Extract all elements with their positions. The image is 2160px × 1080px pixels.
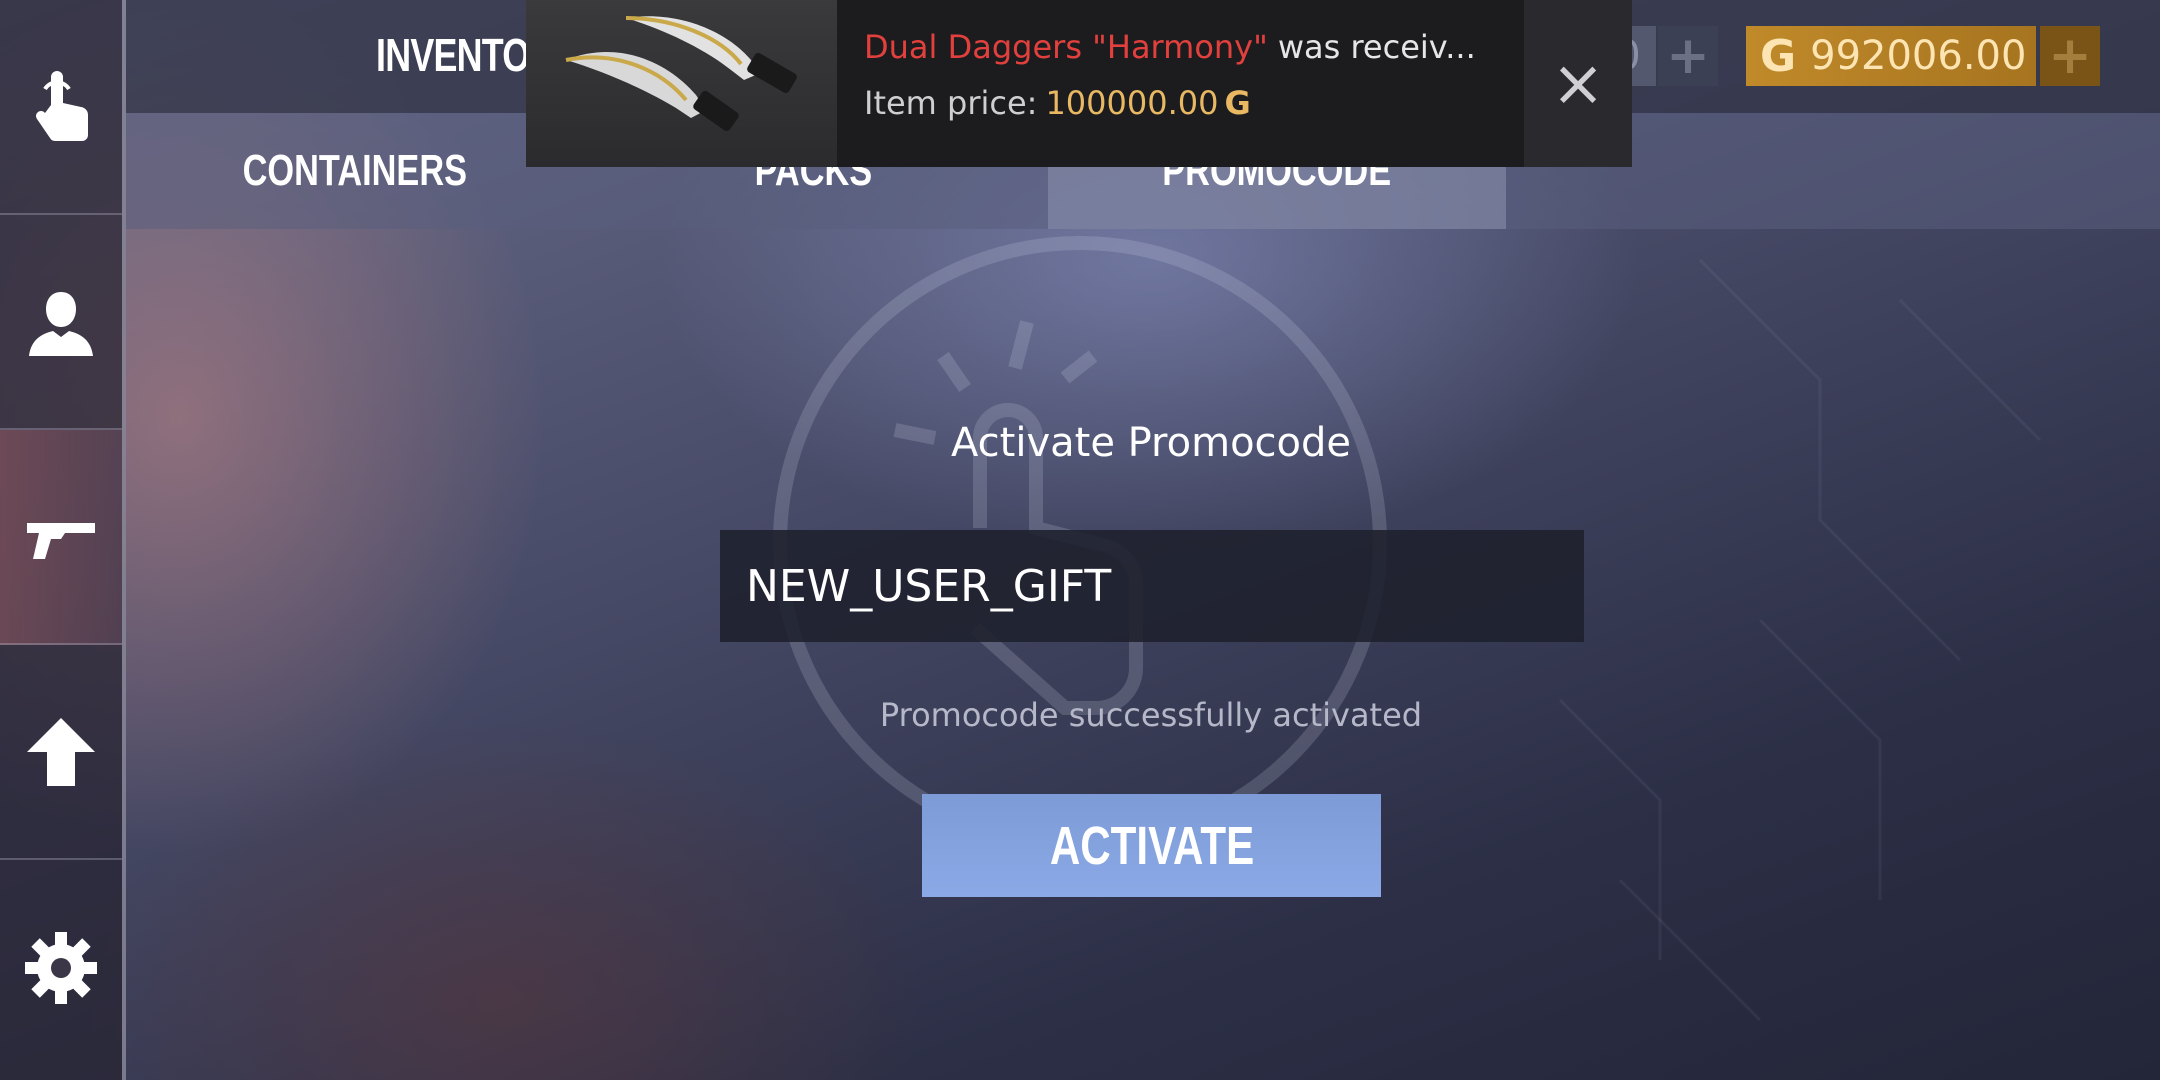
sidebar-item-profile[interactable] <box>0 215 122 430</box>
upgrade-arrow-icon <box>27 717 95 786</box>
promo-title: Activate Promocode <box>951 420 1351 466</box>
sidebar-item-weapons[interactable] <box>0 430 122 645</box>
item-price-row: Item price: 100000.00 G <box>864 84 1251 122</box>
close-icon: × <box>1551 46 1605 121</box>
item-price-label: Item price: <box>864 84 1038 122</box>
add-silver-button[interactable]: + <box>1658 26 1718 86</box>
promocode-input[interactable] <box>720 530 1584 642</box>
sidebar <box>0 0 126 1080</box>
add-gold-button[interactable]: + <box>2040 26 2100 86</box>
sidebar-item-settings[interactable] <box>0 860 122 1075</box>
gold-coin-icon: G <box>1760 30 1797 82</box>
sidebar-item-play[interactable] <box>0 0 122 215</box>
gear-icon <box>25 931 97 1004</box>
activate-button-label: ACTIVATE <box>1049 815 1254 876</box>
hand-pointer-icon <box>36 70 89 141</box>
notification-message-rest: was receiv... <box>1277 28 1476 66</box>
inventory-screen: INVENTORY 0 + G 992006.00 + CONTAINERS P… <box>0 0 2160 1080</box>
gold-balance: G 992006.00 <box>1746 26 2036 86</box>
gold-coin-icon: G <box>1224 84 1251 122</box>
daggers-icon <box>565 16 797 132</box>
item-received-notification: Dual Daggers "Harmony" was receiv... Item… <box>526 0 1632 167</box>
item-thumbnail <box>526 0 837 167</box>
gold-amount: 992006.00 <box>1810 33 2027 79</box>
received-item-name: Dual Daggers "Harmony" <box>864 28 1268 66</box>
tab-containers-label: CONTAINERS <box>242 146 468 195</box>
item-price-value: 100000.00 <box>1045 84 1219 122</box>
activate-button[interactable]: ACTIVATE <box>922 794 1381 897</box>
pistol-icon <box>27 522 95 559</box>
promo-status-message: Promocode successfully activated <box>879 696 1423 734</box>
profile-icon <box>29 291 93 356</box>
sidebar-item-upgrade[interactable] <box>0 645 122 860</box>
notification-message: Dual Daggers "Harmony" was receiv... <box>864 28 1476 66</box>
tab-containers[interactable]: CONTAINERS <box>126 113 584 229</box>
close-notification-button[interactable]: × <box>1524 0 1632 167</box>
